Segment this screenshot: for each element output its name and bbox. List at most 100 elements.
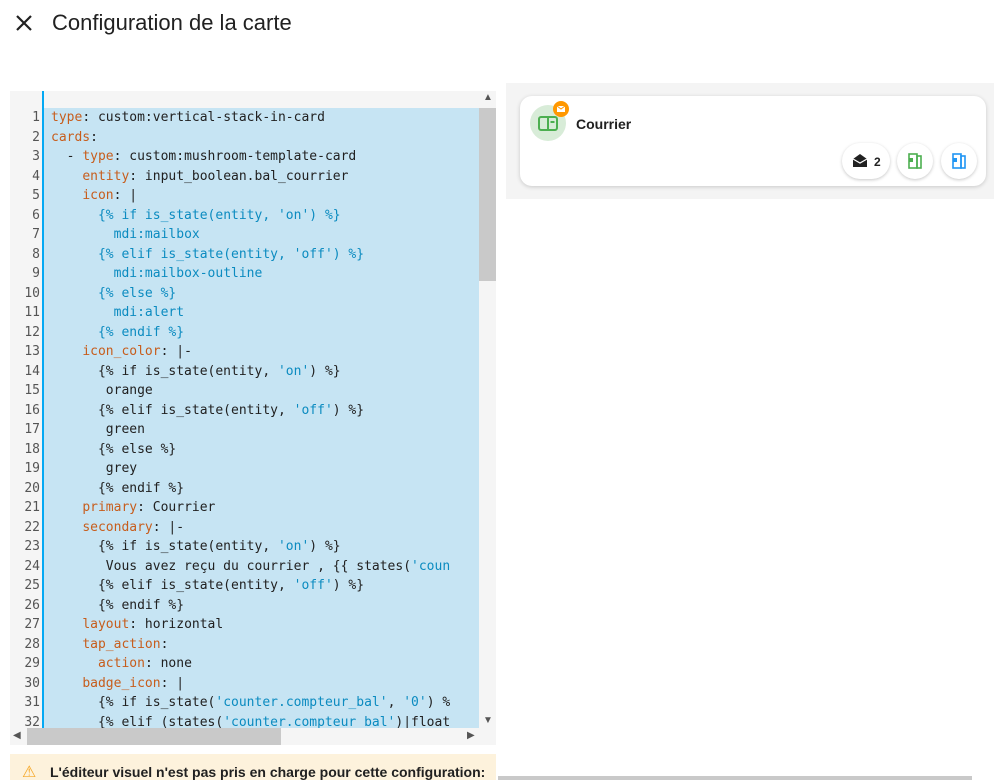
mushroom-card-preview[interactable]: Courrier 2	[520, 96, 986, 186]
email-open-icon	[852, 154, 868, 167]
code-token: {% endif %}	[51, 480, 185, 496]
code-token: {% elif is_state(entity, 'off') %}	[97, 246, 365, 262]
code-line: secondary: |-	[51, 518, 184, 538]
line-number: 15	[24, 383, 40, 398]
code-token: action	[97, 656, 145, 671]
code-line: {% else %}	[51, 440, 176, 460]
code-line: grey	[51, 459, 137, 479]
vertical-scrollbar[interactable]: ▲ ▼	[479, 91, 496, 731]
line-number: 18	[24, 441, 40, 457]
code-token: mdi:alert	[113, 305, 185, 320]
code-token: : |	[113, 188, 138, 203]
close-button[interactable]	[12, 11, 36, 35]
line-number: 17	[24, 422, 40, 437]
line-number: 26	[24, 597, 40, 613]
page-horizontal-scrollbar[interactable]	[498, 776, 972, 780]
code-token: ) %}	[332, 402, 365, 418]
code-line: entity: input_boolean.bal_courrier	[51, 167, 348, 187]
close-icon	[16, 15, 32, 31]
line-number: 31	[24, 695, 40, 710]
code-token: : Courrier	[137, 500, 216, 515]
horizontal-scroll-thumb[interactable]	[27, 728, 281, 745]
line-number: 6	[32, 207, 40, 223]
code-token: : |-	[160, 344, 192, 359]
yaml-code-editor[interactable]: 1 2 3 4 5 6 7 8 9 10 11 12 13 14 15 16 17 18 19 20 21 22 23 24 2…	[10, 91, 496, 745]
dialog-title: Configuration de la carte	[52, 10, 292, 35]
code-token: 'off'	[293, 402, 333, 418]
code-token: : horizontal	[129, 617, 224, 632]
line-number: 25	[24, 578, 40, 593]
scroll-up-arrow-icon[interactable]: ▲	[483, 92, 493, 103]
scroll-left-arrow-icon[interactable]: ◀	[13, 730, 21, 741]
visual-editor-warning: ⚠ L'éditeur visuel n'est pas pris en cha…	[10, 754, 496, 780]
line-number: 24	[24, 558, 40, 574]
scroll-right-arrow-icon[interactable]: ▶	[467, 730, 475, 741]
code-token: {% else %}	[51, 441, 177, 457]
code-line: icon_color: |-	[51, 342, 192, 362]
code-token: grey	[51, 461, 138, 476]
code-token: mdi:mailbox-outline	[113, 266, 263, 281]
chip-count-value: 2	[874, 155, 881, 169]
line-number: 19	[24, 461, 40, 476]
chip-door-blue[interactable]	[941, 143, 977, 179]
code-token: cards	[51, 129, 91, 145]
code-token: type	[82, 149, 114, 164]
code-token: {% endif %}	[51, 597, 185, 613]
line-number: 3	[32, 149, 40, 164]
code-token: Vous avez reçu du courrier , {{ states(	[51, 558, 412, 574]
vertical-scroll-thumb[interactable]	[479, 108, 496, 281]
code-line: {% else %}	[51, 284, 176, 304]
code-token: icon_color	[82, 344, 161, 359]
code-line: {% endif %}	[51, 323, 184, 343]
code-line: mdi:mailbox-outline	[51, 264, 263, 284]
line-number: 1	[32, 110, 40, 125]
line-number: 16	[24, 402, 40, 418]
code-token: 'on'	[277, 363, 310, 379]
code-line: badge_icon: |	[51, 674, 184, 694]
scroll-down-arrow-icon[interactable]: ▼	[483, 715, 493, 726]
code-token: ,	[387, 695, 404, 710]
chip-door-green[interactable]	[897, 143, 933, 179]
code-token: : |-	[152, 519, 185, 535]
code-token: :	[160, 636, 169, 652]
code-token: 'on'	[277, 539, 310, 554]
code-token: {% elif is_state(entity,	[51, 578, 294, 593]
code-token: icon	[82, 188, 114, 203]
line-number: 8	[32, 246, 40, 262]
code-token: 'coun	[411, 558, 451, 574]
horizontal-scrollbar[interactable]: ◀ ▶	[10, 728, 496, 745]
line-number: 28	[24, 636, 40, 652]
code-token: type	[51, 110, 83, 125]
code-text-area[interactable]: type: custom:vertical-stack-in-card cards…	[44, 108, 479, 731]
code-line: {% endif %}	[51, 479, 184, 499]
chip-courrier-count[interactable]: 2	[842, 143, 890, 179]
line-number: 30	[24, 675, 40, 691]
line-number: 29	[24, 656, 40, 671]
line-number: 5	[32, 188, 40, 203]
code-line: Vous avez reçu du courrier , {{ states('…	[51, 557, 450, 577]
code-line: {% if is_state('counter.compteur_bal', '…	[51, 693, 450, 713]
code-token: {% if is_state(	[51, 695, 216, 710]
code-line: type: custom:vertical-stack-in-card	[51, 108, 325, 128]
code-line: {% if is_state(entity, 'on') %}	[51, 537, 341, 557]
code-token: : input_boolean.bal_courrier	[129, 168, 349, 184]
code-line: tap_action:	[51, 635, 168, 655]
email-icon	[556, 105, 566, 112]
line-number: 23	[24, 539, 40, 554]
warning-text: L'éditeur visuel n'est pas pris en charg…	[50, 764, 486, 780]
line-number: 4	[32, 168, 40, 184]
code-token: : none	[144, 656, 192, 671]
line-number: 7	[32, 227, 40, 242]
code-token: {% if is_state(entity,	[51, 539, 278, 554]
